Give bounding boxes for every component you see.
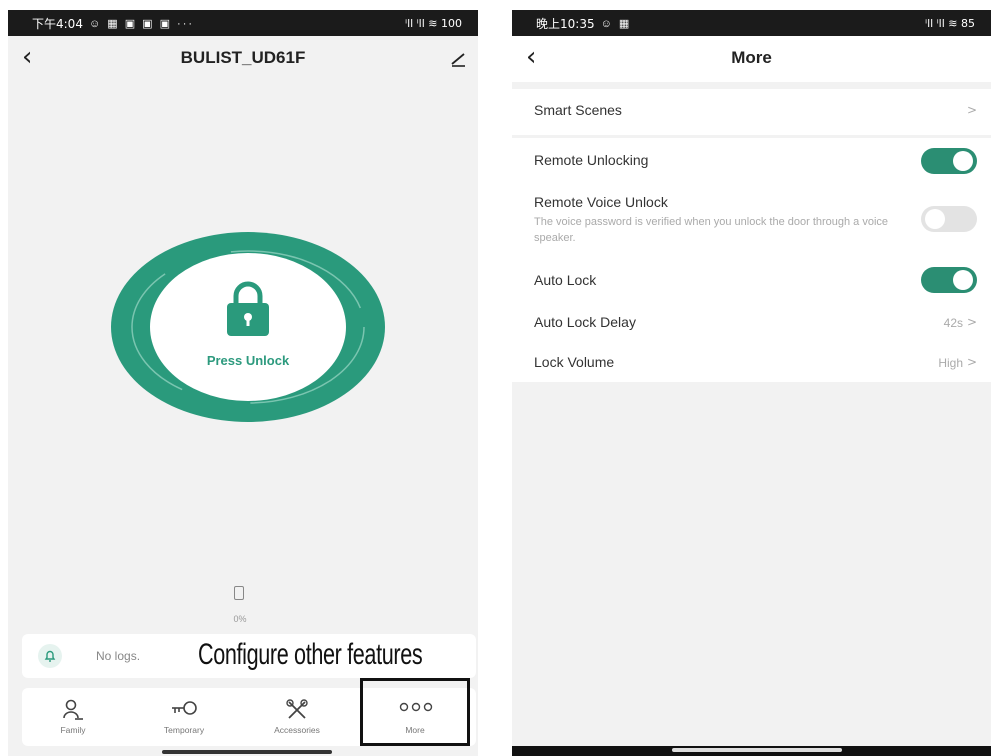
status-signal-battery: ⁱll ⁱll ≋ 100 [405,16,462,30]
no-logs-text: No logs. [96,649,141,663]
nav-accessories[interactable]: Accessories [252,688,342,746]
status-notification-icons: ☺ ▦ [600,17,632,30]
nav-family[interactable]: Family [28,688,118,746]
auto-lock-delay-label: Auto Lock Delay [534,314,636,330]
status-bar: 下午4:04 ☺ ▦ ▣ ▣ ▣ ··· ⁱll ⁱll ≋ 100 [8,10,478,36]
tools-icon [286,699,308,719]
smart-scenes-label: Smart Scenes [534,102,622,118]
edit-pencil-icon[interactable] [448,48,468,68]
right-phone-screen: 晚上10:35 ☺ ▦ ⁱll ⁱll ≋ 85 ‹ More Smart Sc… [512,10,991,756]
nav-more[interactable]: More [360,678,470,746]
lock-volume-label: Lock Volume [534,354,615,370]
page-title: More [731,48,772,67]
remote-unlocking-toggle[interactable] [921,148,977,174]
battery-icon [234,586,244,600]
chevron-right-icon: > [966,355,977,369]
auto-lock-toggle[interactable] [921,267,977,293]
bottom-navigation: Family Temporary Accessories More [22,678,476,746]
device-title: BULIST_UD61F [180,48,306,67]
remote-voice-unlock-description: The voice password is verified when you … [534,216,889,244]
more-header: ‹ More [512,36,991,82]
status-notification-icons: ☺ ▦ ▣ ▣ ▣ ··· [88,17,195,30]
chevron-right-icon: > [966,103,977,117]
nav-family-label: Family [60,725,86,735]
nav-temporary[interactable]: Temporary [139,688,229,746]
remote-voice-unlock-label: Remote Voice Unlock [534,194,668,210]
annotation-caption: Configure other features [198,638,423,671]
press-unlock-label: Press Unlock [206,353,290,368]
nav-accessories-label: Accessories [274,725,320,735]
status-bar: 晚上10:35 ☺ ▦ ⁱll ⁱll ≋ 85 [512,10,991,36]
status-time: 晚上10:35 [536,16,595,31]
more-dots-icon [399,702,433,712]
chevron-right-icon: > [966,315,977,329]
logs-bar[interactable]: No logs. Configure other features [22,634,476,678]
key-icon [172,701,197,715]
lock-ring-graphic [111,232,385,422]
navigation-bar [512,746,991,756]
auto-lock-delay-value: 42s [943,316,963,330]
status-signal-battery: ⁱll ⁱll ≋ 85 [925,16,975,30]
press-unlock-button[interactable]: Press Unlock [111,232,385,422]
app-header: ‹ BULIST_UD61F [8,36,478,82]
bell-icon [38,644,62,668]
row-smart-scenes[interactable]: Smart Scenes > [512,89,991,135]
lock-volume-value: High [938,356,963,370]
family-person-icon [63,699,83,720]
auto-lock-label: Auto Lock [534,272,597,288]
nav-temporary-label: Temporary [163,725,205,735]
settings-group: Remote Unlocking Remote Voice Unlock The… [512,138,991,382]
left-phone-screen: 下午4:04 ☺ ▦ ▣ ▣ ▣ ··· ⁱll ⁱll ≋ 100 ‹ BUL… [8,10,478,756]
status-time: 下午4:04 [32,16,83,31]
battery-percentage: 0% [233,614,247,624]
remote-unlocking-label: Remote Unlocking [534,152,649,168]
remote-voice-unlock-toggle[interactable] [921,206,977,232]
home-indicator [162,750,332,754]
nav-more-label: More [405,725,425,735]
